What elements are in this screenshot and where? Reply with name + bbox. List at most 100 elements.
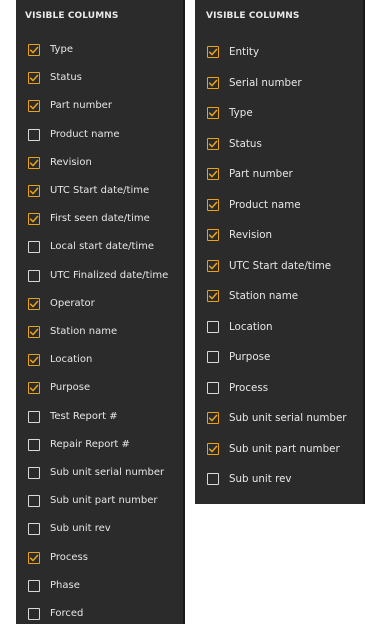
column-option-sub-unit-part-number[interactable]: Sub unit part number xyxy=(195,442,363,455)
checkbox-unchecked[interactable] xyxy=(28,523,40,536)
column-option-label: Forced xyxy=(50,608,84,619)
checkbox-unchecked[interactable] xyxy=(207,381,219,394)
column-option-label: Local start date/time xyxy=(50,241,155,253)
column-option-sub-unit-serial-number[interactable]: Sub unit serial number xyxy=(195,412,363,424)
column-option-purpose[interactable]: Purpose xyxy=(195,351,363,363)
checkbox-checked[interactable] xyxy=(207,107,219,119)
column-option-revision[interactable]: Revision xyxy=(16,156,183,169)
checkbox-checked[interactable] xyxy=(207,76,219,89)
column-option-label: Sub unit rev xyxy=(50,523,111,535)
checkbox-unchecked[interactable] xyxy=(28,128,40,141)
checkbox-checked[interactable] xyxy=(28,382,40,395)
checkbox-checked[interactable] xyxy=(207,46,219,58)
checkbox-unchecked[interactable] xyxy=(207,473,219,485)
checkmark-icon xyxy=(208,79,218,86)
column-option-phase[interactable]: Phase xyxy=(16,579,183,592)
checkbox-checked[interactable] xyxy=(28,213,40,226)
column-option-status[interactable]: Status xyxy=(16,72,183,85)
checkbox-unchecked[interactable] xyxy=(28,608,40,620)
column-option-label: Purpose xyxy=(50,382,91,394)
checkbox-checked[interactable] xyxy=(28,354,40,367)
column-option-label: Test Report # xyxy=(50,410,118,422)
checkbox-unchecked[interactable] xyxy=(28,467,40,479)
column-option-label: Station name xyxy=(50,326,118,337)
column-option-sub-unit-part-number[interactable]: Sub unit part number xyxy=(16,495,183,508)
checkbox-checked[interactable] xyxy=(207,137,219,150)
checkbox-checked[interactable] xyxy=(28,326,40,338)
checkbox-checked[interactable] xyxy=(28,72,40,85)
checkbox-checked[interactable] xyxy=(28,551,40,564)
checkbox-unchecked[interactable] xyxy=(28,269,40,282)
column-option-sub-unit-rev[interactable]: Sub unit rev xyxy=(195,473,363,485)
column-option-entity[interactable]: Entity xyxy=(195,46,363,58)
column-option-local-start-date-time[interactable]: Local start date/time xyxy=(16,241,183,254)
checkmark-icon xyxy=(29,159,39,167)
column-option-label: Station name xyxy=(229,290,299,302)
checkbox-checked[interactable] xyxy=(28,44,40,56)
checkmark-icon xyxy=(208,262,218,269)
column-option-label: Type xyxy=(229,107,253,119)
checkbox-checked[interactable] xyxy=(28,297,40,310)
checkbox-checked[interactable] xyxy=(207,229,219,241)
column-option-station-name[interactable]: Station name xyxy=(16,326,183,338)
checkbox-checked[interactable] xyxy=(207,259,219,272)
column-option-status[interactable]: Status xyxy=(195,137,363,150)
column-option-revision[interactable]: Revision xyxy=(195,229,363,241)
column-option-first-seen-date-time[interactable]: First seen date/time xyxy=(16,213,183,226)
column-option-sub-unit-rev[interactable]: Sub unit rev xyxy=(16,523,183,536)
column-option-utc-start-date-time[interactable]: UTC Start date/time xyxy=(16,185,183,197)
column-option-purpose[interactable]: Purpose xyxy=(16,382,183,395)
checkbox-checked[interactable] xyxy=(207,168,219,180)
column-option-label: Operator xyxy=(50,297,95,309)
column-option-forced[interactable]: Forced xyxy=(16,608,183,620)
checkbox-unchecked[interactable] xyxy=(207,351,219,363)
column-option-process[interactable]: Process xyxy=(195,381,363,394)
column-option-label: Process xyxy=(229,381,269,394)
checkmark-icon xyxy=(208,48,218,56)
column-option-utc-start-date-time[interactable]: UTC Start date/time xyxy=(195,259,363,272)
column-option-part-number[interactable]: Part number xyxy=(16,100,183,113)
column-option-test-report[interactable]: Test Report # xyxy=(16,410,183,423)
column-option-label: Part number xyxy=(50,100,112,112)
checkmark-icon xyxy=(29,328,39,336)
checkbox-unchecked[interactable] xyxy=(28,438,40,451)
checkbox-checked[interactable] xyxy=(28,156,40,169)
column-option-utc-finalized-date-time[interactable]: UTC Finalized date/time xyxy=(16,269,183,282)
checkbox-checked[interactable] xyxy=(28,100,40,113)
column-option-serial-number[interactable]: Serial number xyxy=(195,76,363,89)
column-option-location[interactable]: Location xyxy=(195,320,363,333)
checkmark-icon xyxy=(29,187,39,195)
column-option-product-name[interactable]: Product name xyxy=(195,198,363,211)
checkbox-unchecked[interactable] xyxy=(28,410,40,423)
checkmark-icon xyxy=(208,140,218,147)
checkbox-checked[interactable] xyxy=(28,185,40,197)
column-option-process[interactable]: Process xyxy=(16,551,183,564)
panel-title: VISIBLE COLUMNS xyxy=(206,11,300,21)
visible-columns-panel-right: VISIBLE COLUMNS Entity Serial number Type S… xyxy=(195,0,365,504)
column-option-station-name[interactable]: Station name xyxy=(195,290,363,302)
column-option-type[interactable]: Type xyxy=(16,44,183,56)
column-option-label: Product name xyxy=(50,128,120,140)
checkbox-unchecked[interactable] xyxy=(28,495,40,508)
column-option-type[interactable]: Type xyxy=(195,107,363,119)
column-option-repair-report[interactable]: Repair Report # xyxy=(16,438,183,451)
checkmark-icon xyxy=(29,554,39,561)
checkbox-unchecked[interactable] xyxy=(28,241,40,254)
checkbox-checked[interactable] xyxy=(207,290,219,302)
column-option-part-number[interactable]: Part number xyxy=(195,168,363,180)
checkbox-checked[interactable] xyxy=(207,198,219,211)
column-option-operator[interactable]: Operator xyxy=(16,297,183,310)
checkbox-checked[interactable] xyxy=(207,412,219,424)
checkmark-icon xyxy=(29,74,39,82)
column-option-label: Location xyxy=(50,354,93,366)
column-option-label: Revision xyxy=(50,156,92,168)
column-option-label: Type xyxy=(50,44,73,55)
checkbox-unchecked[interactable] xyxy=(207,320,219,333)
checkmark-icon xyxy=(208,414,218,422)
column-option-location[interactable]: Location xyxy=(16,354,183,367)
column-option-label: Sub unit serial number xyxy=(50,467,165,478)
checkbox-checked[interactable] xyxy=(207,442,219,455)
column-option-sub-unit-serial-number[interactable]: Sub unit serial number xyxy=(16,467,183,479)
column-option-product-name[interactable]: Product name xyxy=(16,128,183,141)
checkbox-unchecked[interactable] xyxy=(28,579,40,592)
